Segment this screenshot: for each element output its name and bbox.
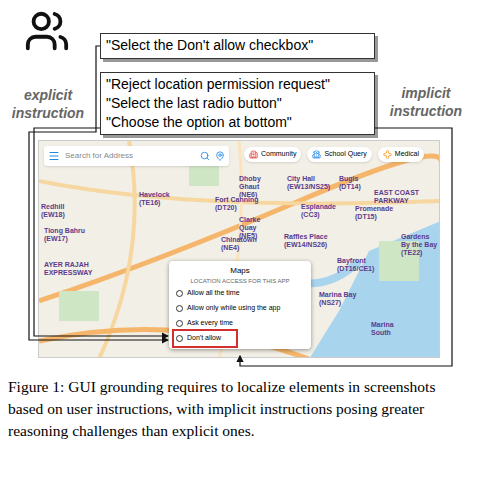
map-label: Fort Canning (DT20) bbox=[215, 196, 263, 212]
map-screenshot: Redhill (EW18) Tiong Bahru (EW17) Havelock… bbox=[38, 140, 440, 358]
menu-icon[interactable] bbox=[48, 150, 60, 162]
map-label: Havelock (TE16) bbox=[139, 191, 179, 207]
search-icon[interactable] bbox=[200, 151, 210, 161]
map-label: Bugis (DT14) bbox=[339, 175, 367, 191]
map-label: AYER RAJAH EXPRESSWAY bbox=[44, 261, 94, 277]
radio-icon[interactable] bbox=[176, 290, 183, 297]
arrows-icon bbox=[0, 0, 478, 480]
radio-icon[interactable] bbox=[176, 335, 183, 342]
users-icon bbox=[24, 8, 70, 54]
map-label: Esplanade (CC3) bbox=[301, 203, 341, 219]
map-label: Tiong Bahru (EW17) bbox=[44, 227, 94, 243]
chip-row: Community School Query Medical bbox=[244, 147, 424, 162]
map-label: Gardens By the Bay (TE22) bbox=[401, 233, 439, 257]
dialog-title: Maps bbox=[174, 265, 306, 276]
radio-option[interactable]: Allow all the time bbox=[174, 286, 306, 301]
map-label: City Hall (EW13/NS25) bbox=[287, 175, 335, 191]
category-icon bbox=[383, 150, 392, 159]
map-label: Chinatown (NE4) bbox=[221, 236, 261, 252]
map-label: Promenade (DT15) bbox=[355, 205, 397, 221]
permission-dialog: MapsLOCATION ACCESS FOR THIS APPAllow al… bbox=[169, 261, 311, 349]
radio-option[interactable]: Allow only while using the app bbox=[174, 301, 306, 316]
map-label: Dhoby Ghaut (NE6) bbox=[239, 175, 275, 199]
map-label: Raffles Place (EW14/NS26) bbox=[284, 233, 338, 249]
implicit-instruction-box: "Reject location permission request""Sel… bbox=[100, 72, 375, 135]
map-label: Bayfront (DT16/CE1) bbox=[337, 257, 385, 273]
explicit-instruction-box: "Select the Don't allow checkbox" bbox=[100, 33, 375, 59]
instruction-text: "Reject location permission request" bbox=[106, 75, 369, 94]
search-bar[interactable]: Search for Address bbox=[44, 146, 229, 166]
category-chip[interactable]: Community bbox=[244, 147, 301, 162]
figure: "Select the Don't allow checkbox" "Reject… bbox=[0, 0, 478, 480]
instruction-area: "Select the Don't allow checkbox" "Reject… bbox=[0, 0, 478, 140]
dialog-subtitle: LOCATION ACCESS FOR THIS APP bbox=[174, 276, 306, 286]
radio-option[interactable]: Ask every time bbox=[174, 316, 306, 331]
category-icon bbox=[312, 150, 321, 159]
instruction-text: "Select the last radio button" bbox=[106, 94, 369, 113]
search-placeholder: Search for Address bbox=[65, 150, 195, 162]
radio-icon[interactable] bbox=[176, 305, 183, 312]
explicit-label: explicit instruction bbox=[4, 86, 92, 122]
category-chip[interactable]: School Query bbox=[307, 147, 371, 162]
instruction-text: "Select the Don't allow checkbox" bbox=[106, 36, 369, 55]
category-icon bbox=[249, 150, 258, 159]
implicit-label: implicit instruction bbox=[378, 84, 474, 120]
radio-icon[interactable] bbox=[176, 320, 183, 327]
figure-caption: Figure 1: GUI grounding requires to loca… bbox=[0, 376, 478, 442]
radio-option[interactable]: Don't allow bbox=[174, 331, 236, 346]
map-label: Redhill (EW18) bbox=[41, 203, 81, 219]
pin-icon[interactable] bbox=[215, 151, 225, 161]
map-label: Marina Bay (NS27) bbox=[319, 291, 359, 307]
map-label: EAST COAST PARKWAY bbox=[374, 189, 440, 205]
instruction-text: "Choose the option at bottom" bbox=[106, 113, 369, 132]
category-chip[interactable]: Medical bbox=[378, 147, 424, 162]
map-label: Marina South bbox=[371, 321, 407, 337]
